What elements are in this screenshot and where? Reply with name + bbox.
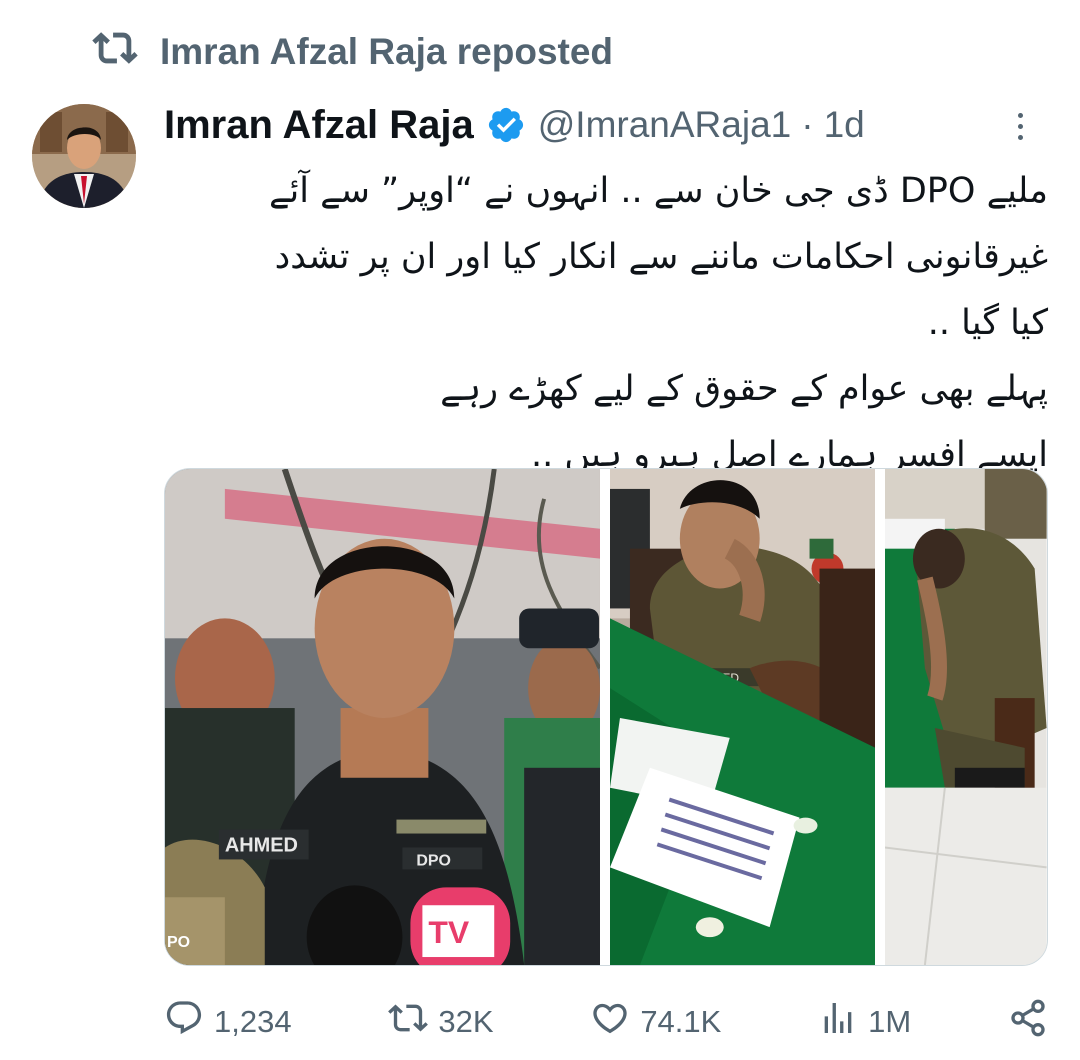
avatar[interactable] [32, 104, 136, 208]
reply-count: 1,234 [214, 1004, 292, 1039]
share-icon [1008, 998, 1048, 1046]
repost-count: 32K [438, 1004, 494, 1039]
tweet-timestamp[interactable]: 1d [824, 104, 865, 146]
repost-icon [388, 998, 429, 1046]
tweet-line: کیا گیا .. [927, 303, 1048, 343]
side-text: PO [167, 934, 190, 951]
badge-text: AHMED [225, 834, 298, 856]
share-button[interactable] [1008, 998, 1048, 1046]
separator-dot: · [801, 104, 814, 145]
tweet-line: ملیے DPO ڈی جی خان سے .. انہوں نے “اوپر”… [268, 171, 1048, 211]
tweet-header: Imran Afzal Raja @ImranARaja1 · 1d [164, 98, 1040, 152]
more-icon[interactable] [1000, 104, 1040, 148]
like-count: 74.1K [640, 1004, 722, 1039]
views-icon [818, 998, 858, 1046]
tweet-line: پہلے بھی عوام کے حقوق کے لیے کھڑے رہے [440, 369, 1048, 409]
reply-icon [164, 998, 204, 1046]
repost-label: Imran Afzal Raja reposted [160, 31, 614, 72]
media-grid: AHMED DPO TV PO AHMED [164, 468, 1048, 966]
author-handle[interactable]: @ImranARaja1 [538, 104, 792, 146]
mic-logo-text: TV [428, 914, 470, 950]
action-bar: 1,234 32K 74.1K 1M [164, 994, 1048, 1050]
verified-badge-icon [486, 105, 526, 145]
media-photo-slumped[interactable] [885, 469, 1047, 965]
heart-icon [590, 998, 630, 1046]
repost-icon [92, 25, 138, 80]
tweet-text: ملیے DPO ڈی جی خان سے .. انہوں نے “اوپر”… [164, 158, 1048, 488]
author-name[interactable]: Imran Afzal Raja [164, 103, 474, 148]
views-button[interactable]: 1M [818, 998, 911, 1046]
repost-button[interactable]: 32K [388, 998, 494, 1046]
tweet-line: غیرقانونی احکامات ماننے سے انکار کیا اور… [274, 237, 1048, 277]
rank-text: DPO [416, 852, 451, 869]
media-photo-press[interactable]: AHMED DPO TV PO [165, 469, 600, 965]
views-count: 1M [868, 1004, 912, 1039]
repost-header[interactable]: Imran Afzal Raja reposted [92, 28, 613, 76]
media-photo-desk[interactable]: AHMED [609, 469, 876, 965]
like-button[interactable]: 74.1K [590, 998, 721, 1046]
reply-button[interactable]: 1,234 [164, 998, 292, 1046]
